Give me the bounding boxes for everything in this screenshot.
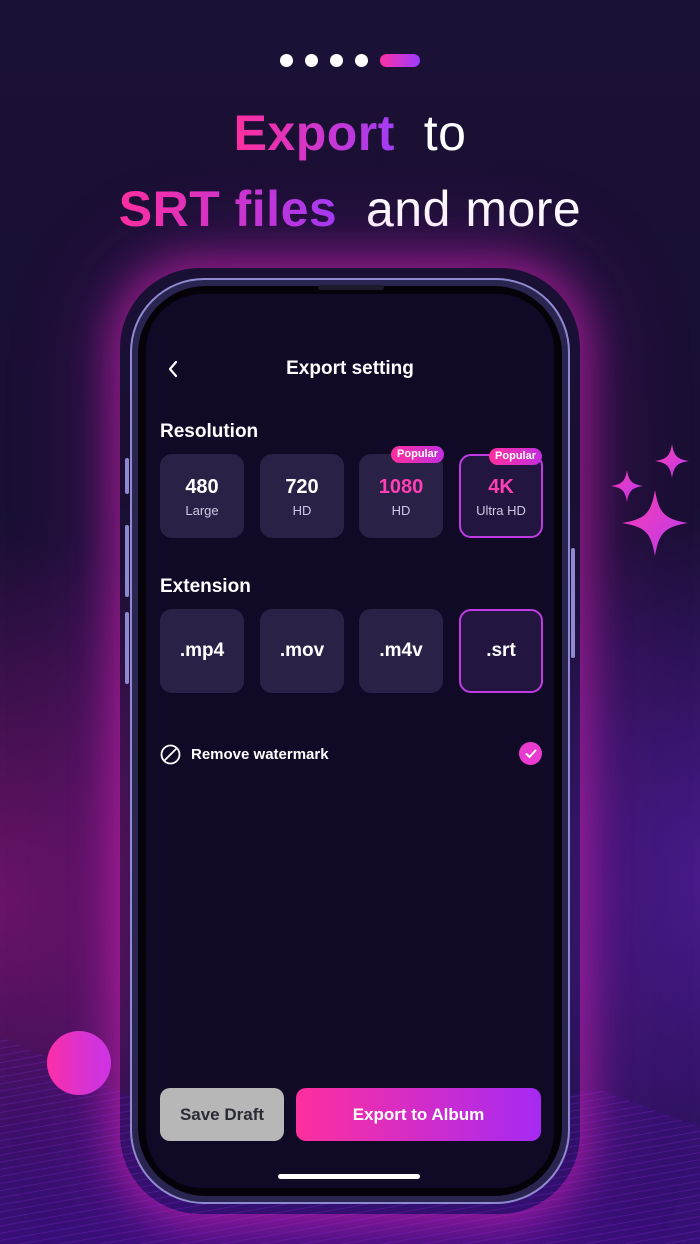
headline-line-1: Export to xyxy=(0,104,700,162)
decorative-orb xyxy=(47,1031,111,1095)
headline-text-1: to xyxy=(423,105,467,161)
resolution-option-480[interactable]: 480 Large xyxy=(160,454,244,538)
page-dot[interactable] xyxy=(355,54,368,67)
extension-value: .srt xyxy=(486,640,516,661)
screen-title: Export setting xyxy=(286,358,414,379)
sparkle-icon xyxy=(655,444,689,478)
extension-value: .mp4 xyxy=(179,640,225,661)
no-symbol-icon xyxy=(160,744,181,764)
back-button[interactable] xyxy=(162,358,184,380)
extension-label: Extension xyxy=(160,576,251,597)
phone-side-button xyxy=(125,458,129,494)
resolution-value: 720 xyxy=(285,475,319,498)
watermark-checkbox[interactable] xyxy=(519,742,542,765)
remove-watermark-label: Remove watermark xyxy=(191,745,329,763)
phone-side-button xyxy=(125,525,129,597)
resolution-option-4k[interactable]: Popular 4K Ultra HD xyxy=(459,448,543,538)
resolution-sub: HD xyxy=(292,502,312,518)
phone-side-button xyxy=(571,548,575,658)
extension-value: .mov xyxy=(279,640,325,661)
resolution-option-720[interactable]: 720 HD xyxy=(260,454,344,538)
headline-line-2: SRT files and more xyxy=(0,180,700,238)
home-indicator xyxy=(278,1174,420,1179)
headline-text-2: and more xyxy=(366,181,582,237)
checkmark-icon xyxy=(525,749,536,758)
resolution-value: 1080 xyxy=(378,475,424,498)
popular-badge: Popular xyxy=(391,446,444,463)
headline-highlight-1: Export xyxy=(233,105,395,161)
resolution-label: Resolution xyxy=(160,421,259,442)
extension-value: .m4v xyxy=(379,640,423,661)
save-draft-button[interactable]: Save Draft xyxy=(160,1088,284,1141)
resolution-sub: Large xyxy=(185,502,219,518)
page-dot[interactable] xyxy=(330,54,343,67)
remove-watermark-row[interactable]: Remove watermark xyxy=(160,742,542,766)
chevron-left-icon xyxy=(168,360,178,378)
resolution-value: 480 xyxy=(185,475,219,498)
page-dot[interactable] xyxy=(305,54,318,67)
headline-highlight-2: SRT files xyxy=(118,181,338,237)
page-dot-active[interactable] xyxy=(380,54,420,67)
resolution-sub: Ultra HD xyxy=(476,502,526,518)
extension-option-srt[interactable]: .srt xyxy=(459,609,543,693)
phone-speaker xyxy=(318,285,384,290)
popular-badge: Popular xyxy=(489,448,542,465)
extension-option-m4v[interactable]: .m4v xyxy=(359,609,443,693)
sparkle-icon xyxy=(622,490,688,556)
extension-option-mov[interactable]: .mov xyxy=(260,609,344,693)
pagination-dots xyxy=(280,54,420,67)
extension-option-mp4[interactable]: .mp4 xyxy=(160,609,244,693)
phone-side-button xyxy=(125,612,129,684)
export-to-album-button[interactable]: Export to Album xyxy=(296,1088,541,1141)
resolution-sub: HD xyxy=(391,502,411,518)
resolution-option-1080[interactable]: Popular 1080 HD xyxy=(359,446,444,538)
page-dot[interactable] xyxy=(280,54,293,67)
resolution-value: 4K xyxy=(488,475,514,498)
